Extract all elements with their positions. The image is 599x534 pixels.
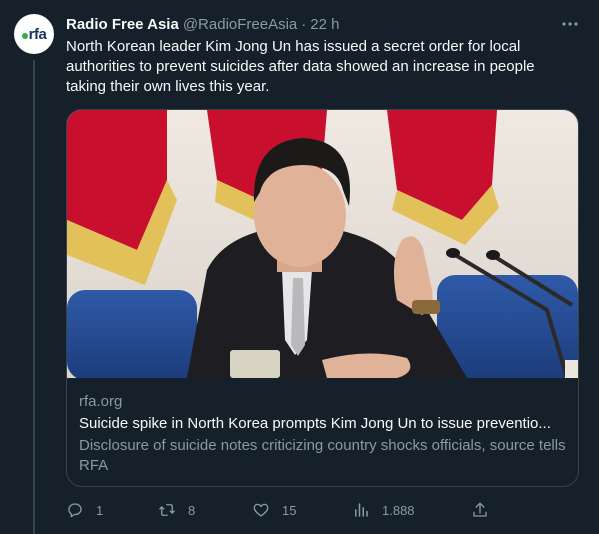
- retweet-count: 8: [188, 502, 196, 518]
- like-button[interactable]: 15: [252, 498, 296, 522]
- card-domain: rfa.org: [79, 393, 123, 410]
- views-icon: [355, 503, 368, 517]
- more-button[interactable]: [559, 13, 581, 35]
- retweet-icon: [159, 504, 175, 516]
- avatar[interactable]: rfa: [14, 14, 54, 54]
- retweet-button[interactable]: 8: [158, 498, 195, 522]
- account-name[interactable]: Radio Free Asia: [66, 16, 179, 33]
- card-image: [67, 110, 578, 378]
- logo-dot: [21, 32, 28, 39]
- heart-icon: [253, 503, 269, 517]
- more-icon: [562, 22, 578, 26]
- tweet-text: North Korean leader Kim Jong Un has issu…: [66, 38, 535, 95]
- reply-count: 1: [96, 502, 104, 518]
- timestamp[interactable]: 22 h: [310, 16, 339, 33]
- card-title[interactable]: Suicide spike in North Korea prompts Kim…: [79, 414, 566, 434]
- avatar-text: rfa: [28, 25, 47, 43]
- link-card[interactable]: rfa.org Suicide spike in North Korea pro…: [66, 109, 579, 487]
- share-button[interactable]: [471, 498, 489, 522]
- reply-button[interactable]: 1: [66, 498, 103, 522]
- card-body: rfa.org Suicide spike in North Korea pro…: [67, 378, 578, 486]
- tweet-header: Radio Free Asia @RadioFreeAsia · 22 h: [66, 14, 579, 34]
- action-bar: 1 8 15 1.888: [66, 498, 496, 522]
- views-count: 1.888: [382, 502, 415, 518]
- views-button[interactable]: 1.888: [352, 498, 415, 522]
- reply-icon: [68, 503, 82, 518]
- tweet[interactable]: rfa Radio Free Asia @RadioFreeAsia · 22 …: [0, 0, 599, 534]
- like-count: 15: [282, 502, 297, 518]
- thread-line: [33, 60, 35, 534]
- account-handle[interactable]: @RadioFreeAsia: [183, 16, 297, 33]
- header-separator: ·: [301, 15, 307, 33]
- rfa-logo: rfa: [21, 25, 47, 43]
- share-icon: [473, 502, 487, 517]
- card-description: Disclosure of suicide notes criticizing …: [79, 437, 566, 474]
